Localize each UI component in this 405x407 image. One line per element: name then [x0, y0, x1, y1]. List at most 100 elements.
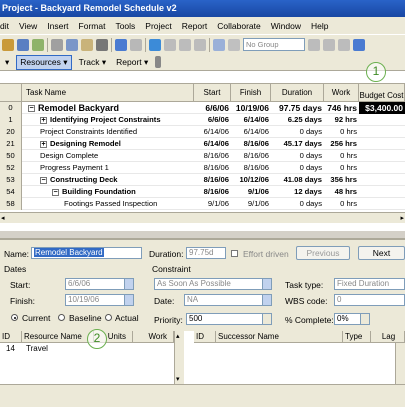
- succ-col-name[interactable]: Successor Name: [216, 331, 343, 343]
- percent-spinner-icon[interactable]: [360, 314, 369, 324]
- toolbar-options-icon[interactable]: [155, 56, 162, 68]
- start-dropdown-icon[interactable]: [124, 279, 133, 289]
- zoom-out-icon[interactable]: [323, 38, 335, 51]
- duration-cell: 12 days: [294, 187, 322, 196]
- cut-icon[interactable]: [51, 38, 63, 51]
- effort-driven-checkbox[interactable]: [231, 250, 238, 257]
- actual-radio[interactable]: [105, 314, 112, 321]
- menu-report[interactable]: Report: [182, 21, 208, 31]
- resources-scrollbar[interactable]: ▴ ▾: [174, 331, 184, 384]
- table-row[interactable]: 58 Footings Passed Inspection 9/1/06 9/1/06…: [0, 198, 405, 210]
- priority-spinner-icon[interactable]: [262, 314, 271, 324]
- constraint-date-field[interactable]: NA: [184, 294, 272, 306]
- entry-bar[interactable]: [0, 71, 405, 84]
- table-row[interactable]: 53 − Constructing Deck 8/16/06 10/12/06 41.08…: [0, 174, 405, 186]
- duration-field[interactable]: 97.75d: [186, 247, 226, 259]
- next-button[interactable]: Next: [358, 246, 405, 260]
- resources-button[interactable]: Resources ▾: [16, 54, 72, 70]
- constraint-date-dropdown-icon[interactable]: [262, 295, 271, 305]
- table-row[interactable]: 52 Progress Payment 1 8/16/06 8/16/06 0 days…: [0, 162, 405, 174]
- collapse-icon[interactable]: −: [52, 188, 59, 196]
- col-work[interactable]: Work: [324, 84, 359, 102]
- group-by-combo[interactable]: No Group: [243, 38, 305, 51]
- col-duration[interactable]: Duration: [271, 84, 324, 102]
- col-finish[interactable]: Finish: [231, 84, 271, 102]
- expand-icon[interactable]: +: [40, 116, 47, 124]
- menu-collaborate[interactable]: Collaborate: [217, 21, 260, 31]
- insert-hyperlink-icon[interactable]: [149, 38, 161, 51]
- finish-date-field[interactable]: 10/19/06: [65, 294, 134, 306]
- copy-icon[interactable]: [66, 38, 78, 51]
- unlink-tasks-icon[interactable]: [179, 38, 191, 51]
- expand-icon[interactable]: +: [40, 140, 47, 148]
- report-button[interactable]: Report ▾: [113, 56, 151, 69]
- menu-project[interactable]: Project: [145, 21, 171, 31]
- link-tasks-icon[interactable]: [164, 38, 176, 51]
- succ-col-type[interactable]: Type: [343, 331, 371, 343]
- menu-insert[interactable]: Insert: [47, 21, 68, 31]
- help-icon[interactable]: [353, 38, 365, 51]
- duration-cell: 0 days: [299, 151, 322, 160]
- percent-complete-field[interactable]: 0%: [334, 313, 370, 325]
- col-start[interactable]: Start: [194, 84, 231, 102]
- menu-format[interactable]: Format: [79, 21, 106, 31]
- undo-icon[interactable]: [115, 38, 127, 51]
- table-row[interactable]: 1 + Identifying Project Constraints 6/6/06 6…: [0, 114, 405, 126]
- horizontal-scrollbar[interactable]: ◂ ▸: [0, 212, 405, 223]
- paste-icon[interactable]: [81, 38, 93, 51]
- constraint-dropdown-icon[interactable]: [262, 279, 271, 289]
- finish-dropdown-icon[interactable]: [124, 295, 133, 305]
- table-row[interactable]: 54 − Building Foundation 8/16/06 9/1/06 12 da…: [0, 186, 405, 198]
- res-col-name[interactable]: Resource Name: [22, 331, 94, 343]
- scroll-to-task-icon[interactable]: [338, 38, 350, 51]
- scroll-right-icon[interactable]: ▸: [400, 214, 404, 222]
- collapse-icon[interactable]: −: [28, 105, 35, 113]
- row-id: 1: [0, 114, 22, 126]
- menu-edit[interactable]: dit: [0, 21, 9, 31]
- table-row[interactable]: 0− Remodel Backyard 6/6/06 10/19/06 97.75 da…: [0, 102, 405, 114]
- scroll-down-icon[interactable]: ▾: [176, 375, 180, 383]
- col-budget-cost[interactable]: Budget Cost: [359, 84, 405, 102]
- start-cell: 6/6/06: [207, 115, 229, 124]
- start-date-field[interactable]: 6/6/06: [65, 278, 134, 290]
- resource-row[interactable]: 14 Travel: [0, 344, 174, 355]
- current-radio[interactable]: [11, 314, 18, 321]
- priority-label: Priority:: [154, 315, 183, 325]
- table-row[interactable]: 50 Design Complete 8/16/06 8/16/06 0 days 0 h…: [0, 150, 405, 162]
- menu-tools[interactable]: Tools: [115, 21, 135, 31]
- split-task-icon[interactable]: [194, 38, 206, 51]
- open-icon[interactable]: [2, 38, 14, 51]
- print-preview-icon[interactable]: [17, 38, 29, 51]
- menu-view[interactable]: View: [19, 21, 37, 31]
- duration-cell: 0 days: [299, 127, 322, 136]
- collapse-icon[interactable]: −: [40, 176, 47, 184]
- successors-scrollbar[interactable]: [395, 343, 405, 384]
- succ-col-id[interactable]: ID: [194, 331, 216, 343]
- constraint-type-field[interactable]: As Soon As Possible: [154, 278, 272, 290]
- task-information-icon[interactable]: [213, 38, 225, 51]
- baseline-radio[interactable]: [58, 314, 65, 321]
- format-painter-icon[interactable]: [96, 38, 108, 51]
- priority-field[interactable]: 500: [186, 313, 272, 325]
- zoom-in-icon[interactable]: [308, 38, 320, 51]
- scroll-left-icon[interactable]: ◂: [1, 214, 5, 222]
- wbs-code-field[interactable]: 0: [334, 294, 405, 306]
- task-type-field[interactable]: Fixed Duration: [334, 278, 405, 290]
- col-task-name[interactable]: Task Name: [22, 84, 194, 102]
- scroll-up-icon[interactable]: ▴: [176, 332, 180, 340]
- previous-button[interactable]: Previous: [296, 246, 350, 260]
- res-col-work[interactable]: Work: [133, 331, 174, 343]
- notes-icon[interactable]: [228, 38, 240, 51]
- start-cell: 8/16/06: [203, 187, 229, 196]
- track-button[interactable]: Track ▾: [76, 56, 110, 69]
- menu-window[interactable]: Window: [271, 21, 301, 31]
- table-row[interactable]: 20 Project Constraints Identified 6/14/06 6…: [0, 126, 405, 138]
- table-row[interactable]: 21 + Designing Remodel 6/14/06 8/16/06 45.17 …: [0, 138, 405, 150]
- spelling-icon[interactable]: [32, 38, 44, 51]
- name-field[interactable]: Remodel Backyard: [31, 247, 142, 259]
- redo-icon[interactable]: [130, 38, 142, 51]
- menu-help[interactable]: Help: [311, 21, 328, 31]
- res-col-id[interactable]: ID: [0, 331, 22, 343]
- succ-col-lag[interactable]: Lag: [371, 331, 405, 343]
- tasks-dropdown-icon[interactable]: ▾: [2, 56, 12, 69]
